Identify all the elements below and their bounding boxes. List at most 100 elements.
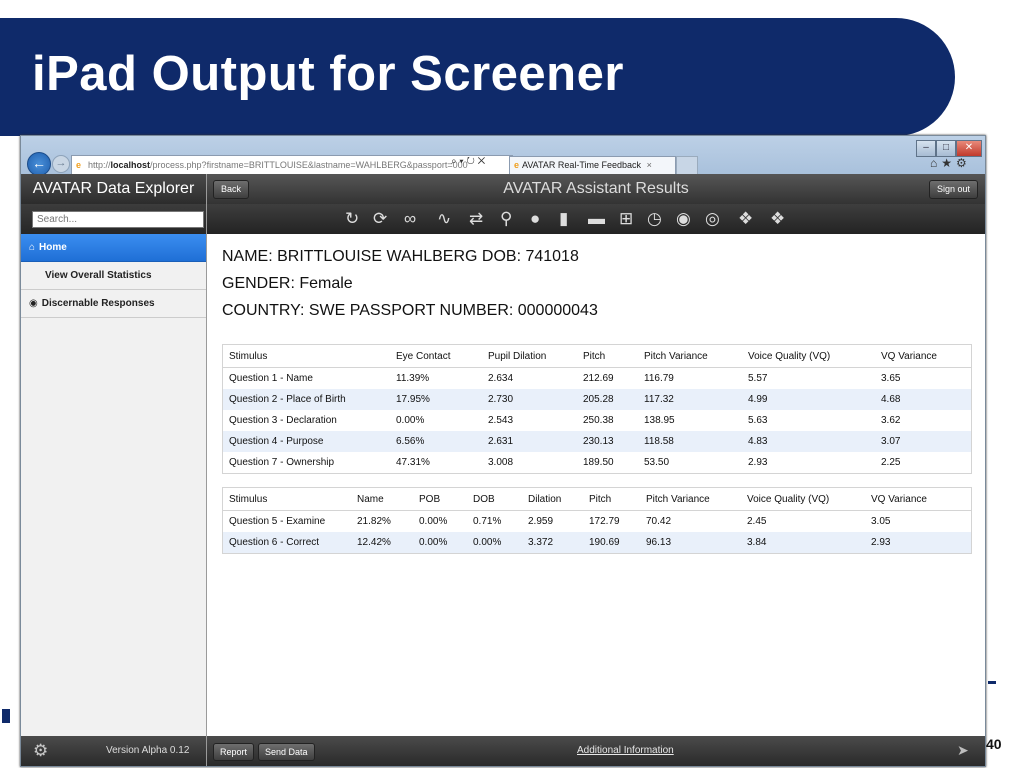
table-row[interactable]: Question 1 - Name 11.39% 2.634 212.69 11… [223, 368, 971, 390]
address-host: localhost [110, 160, 151, 170]
column-header[interactable]: VQ Variance [881, 344, 971, 368]
browser-toolbar-icons: ⌂★⚙ [930, 156, 971, 170]
table-cell: 11.39% [396, 373, 430, 384]
column-header[interactable]: POB [419, 487, 473, 511]
send-data-button[interactable]: Send Data [258, 743, 315, 761]
address-bar[interactable]: e http://localhost/process.php?firstname=… [71, 155, 513, 175]
table-cell: 2.25 [881, 452, 971, 474]
browser-tab[interactable]: e AVATAR Real-Time Feedback × [509, 156, 676, 174]
tag-icon[interactable]: ❖ [738, 209, 753, 229]
location-pin-icon[interactable]: ● [530, 209, 540, 229]
table-row[interactable]: Question 7 - Ownership 47.31% 3.008 189.… [223, 452, 971, 474]
table-cell: 3.05 [871, 516, 891, 527]
sidebar-item-label: Discernable Responses [41, 298, 155, 309]
home-icon[interactable]: ⌂ [930, 156, 941, 170]
chat-bubbles-icon[interactable]: ▬ [588, 209, 605, 229]
table-cell: 21.82% [357, 516, 391, 527]
column-header[interactable]: Voice Quality (VQ) [748, 344, 881, 368]
report-button[interactable]: Report [213, 743, 255, 761]
slide-decoration-right [988, 681, 996, 684]
circle-arrow-icon: ◉ [29, 298, 38, 309]
tags-icon[interactable]: ❖ [770, 209, 785, 229]
address-rest: /process.php?firstname=BRITTLOUISE&lastn… [150, 160, 468, 170]
clock-icon[interactable]: ◷ [647, 209, 662, 229]
browser-forward-button[interactable]: → [52, 155, 70, 173]
table-cell: Question 6 - Correct [223, 532, 357, 554]
address-controls[interactable]: ⌕ ▾ ↻ ✕ [451, 156, 485, 167]
plus-square-icon[interactable]: ⊞ [619, 209, 633, 229]
sidebar-item-discernable-responses[interactable]: ◉ Discernable Responses [21, 290, 206, 318]
close-icon[interactable]: ✕ [956, 140, 982, 157]
waveform-icon[interactable]: ∿ [437, 209, 451, 229]
table-row[interactable]: Question 6 - Correct 12.42% 0.00% 0.00% … [223, 532, 971, 554]
chat-bubble-icon[interactable]: ▮ [559, 209, 568, 229]
table-cell: Question 5 - Examine [229, 516, 326, 527]
back-button[interactable]: Back [213, 180, 250, 199]
table-cell: 117.32 [644, 389, 748, 410]
star-icon[interactable]: ★ [941, 156, 956, 170]
target-icon[interactable]: ◎ [705, 209, 720, 229]
search-input[interactable] [32, 211, 204, 228]
home-icon: ⌂ [29, 242, 36, 253]
refresh-icon[interactable]: ↻ [345, 209, 359, 229]
sidebar-item-view-overall-statistics[interactable]: View Overall Statistics [21, 262, 206, 290]
column-header[interactable]: Eye Contact [396, 344, 488, 368]
slide-page-number: 40 [986, 736, 1002, 752]
table-cell: 138.95 [644, 415, 675, 426]
bird-icon: ➤ [957, 742, 969, 758]
column-header[interactable]: Pitch Variance [644, 344, 748, 368]
table-cell: Question 1 - Name [229, 373, 313, 384]
table-cell: 172.79 [589, 516, 620, 527]
table-cell: 2.631 [488, 431, 583, 452]
table-row[interactable]: Question 5 - Examine 21.82% 0.00% 0.71% … [223, 511, 971, 533]
browser-back-button[interactable]: ← [27, 152, 51, 176]
table-cell: Question 7 - Ownership [223, 452, 396, 474]
additional-information-link[interactable]: Additional Information [577, 745, 674, 756]
table-row[interactable]: Question 4 - Purpose 6.56% 2.631 230.13 … [223, 431, 971, 452]
table-cell: 205.28 [583, 389, 644, 410]
minimize-icon[interactable]: – [916, 140, 936, 157]
tab-close-icon[interactable]: × [647, 160, 652, 170]
table-cell: 12.42% [357, 532, 419, 554]
column-header[interactable]: Name [357, 487, 419, 511]
column-header[interactable]: Pupil Dilation [488, 344, 583, 368]
column-header[interactable]: Stimulus [223, 487, 357, 511]
table-cell: 53.50 [644, 452, 748, 474]
eye-icon[interactable]: ◉ [676, 209, 691, 229]
column-header[interactable]: Dilation [528, 487, 589, 511]
gear-icon[interactable]: ⚙ [956, 156, 971, 170]
results-table-1-grid: Stimulus Eye Contact Pupil Dilation Pitc… [223, 344, 971, 474]
sync-icon[interactable]: ⟳ [373, 209, 387, 229]
table-cell: 2.543 [488, 415, 514, 426]
table-cell: 47.31% [396, 452, 488, 474]
search-icon[interactable]: ⚲ [500, 209, 512, 229]
table-cell: 0.00% [419, 532, 473, 554]
table-cell: 212.69 [583, 373, 614, 384]
table-cell: 4.99 [748, 389, 881, 410]
sidebar-item-label: Home [39, 242, 67, 253]
column-header[interactable]: Stimulus [223, 344, 396, 368]
column-header[interactable]: Voice Quality (VQ) [747, 487, 871, 511]
table-cell: 2.45 [747, 516, 767, 527]
column-header[interactable]: Pitch Variance [646, 487, 747, 511]
column-header[interactable]: Pitch [583, 344, 644, 368]
shuffle-icon[interactable]: ⇄ [469, 209, 483, 229]
table-cell: 0.00% [473, 532, 528, 554]
maximize-icon[interactable]: □ [936, 140, 956, 157]
results-table-1: Stimulus Eye Contact Pupil Dilation Pitc… [222, 344, 972, 474]
settings-gear-icon[interactable]: ⚙ [33, 741, 48, 761]
column-header[interactable]: VQ Variance [871, 487, 971, 511]
sidebar-item-home[interactable]: ⌂ Home [21, 234, 206, 262]
column-header[interactable]: Pitch [589, 487, 646, 511]
link-icon[interactable]: ∞ [404, 209, 416, 229]
table-row[interactable]: Question 3 - Declaration 0.00% 2.543 250… [223, 410, 971, 431]
table-row[interactable]: Question 2 - Place of Birth 17.95% 2.730… [223, 389, 971, 410]
table-cell: 3.372 [528, 532, 589, 554]
results-table-2: Stimulus Name POB DOB Dilation Pitch Pit… [222, 487, 972, 554]
subject-country-passport: COUNTRY: SWE PASSPORT NUMBER: 000000043 [222, 302, 598, 319]
main-panel: AVATAR Assistant Results Back Sign out ↻… [207, 174, 985, 766]
new-tab-button[interactable] [676, 156, 698, 174]
table-cell: 3.65 [881, 373, 901, 384]
column-header[interactable]: DOB [473, 487, 528, 511]
sign-out-button[interactable]: Sign out [929, 180, 979, 199]
